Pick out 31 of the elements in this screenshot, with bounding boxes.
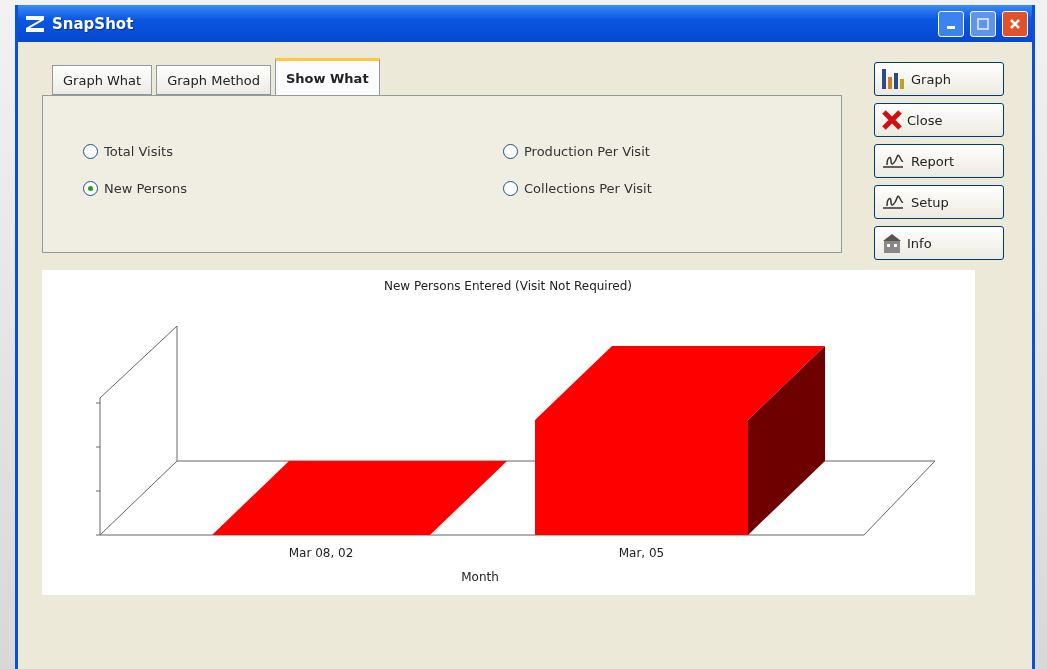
close-button[interactable]	[1002, 10, 1028, 37]
radio-button[interactable]	[83, 181, 98, 196]
radio-button[interactable]	[83, 144, 98, 159]
chart-title: New Persons Entered (Visit Not Required)	[383, 279, 633, 293]
building-icon	[881, 232, 903, 254]
radio-button[interactable]	[503, 144, 518, 159]
maximize-icon	[977, 17, 989, 30]
radio-label: New Persons	[104, 181, 187, 196]
minimize-button[interactable]	[938, 10, 964, 37]
x-category-label: Mar 08, 02	[288, 546, 354, 560]
radio-button[interactable]	[503, 181, 518, 196]
tab[interactable]: Graph Method	[156, 65, 271, 95]
radio-label: Total Visits	[104, 144, 173, 159]
app-logo-icon	[24, 13, 46, 34]
close-icon	[881, 109, 903, 131]
tab[interactable]: Show What	[274, 58, 380, 95]
close-icon	[1009, 17, 1021, 30]
x-axis-title: Month	[461, 570, 499, 584]
setup-button[interactable]: Setup	[874, 185, 1004, 219]
maximize-button[interactable]	[970, 10, 996, 37]
minimize-icon	[947, 26, 955, 29]
x-category-label: Mar, 05	[618, 546, 665, 560]
bar-chart-icon	[881, 67, 907, 91]
report-button[interactable]: Report	[874, 144, 1004, 178]
close-button[interactable]: Close	[874, 103, 1004, 137]
info-button[interactable]: Info	[874, 226, 1004, 260]
radio-label: Production Per Visit	[524, 144, 650, 159]
graph-button[interactable]: Graph	[874, 62, 1004, 96]
radio-label: Collections Per Visit	[524, 181, 652, 196]
window-title: SnapShot	[52, 14, 135, 33]
tab[interactable]: Graph What	[52, 65, 153, 95]
